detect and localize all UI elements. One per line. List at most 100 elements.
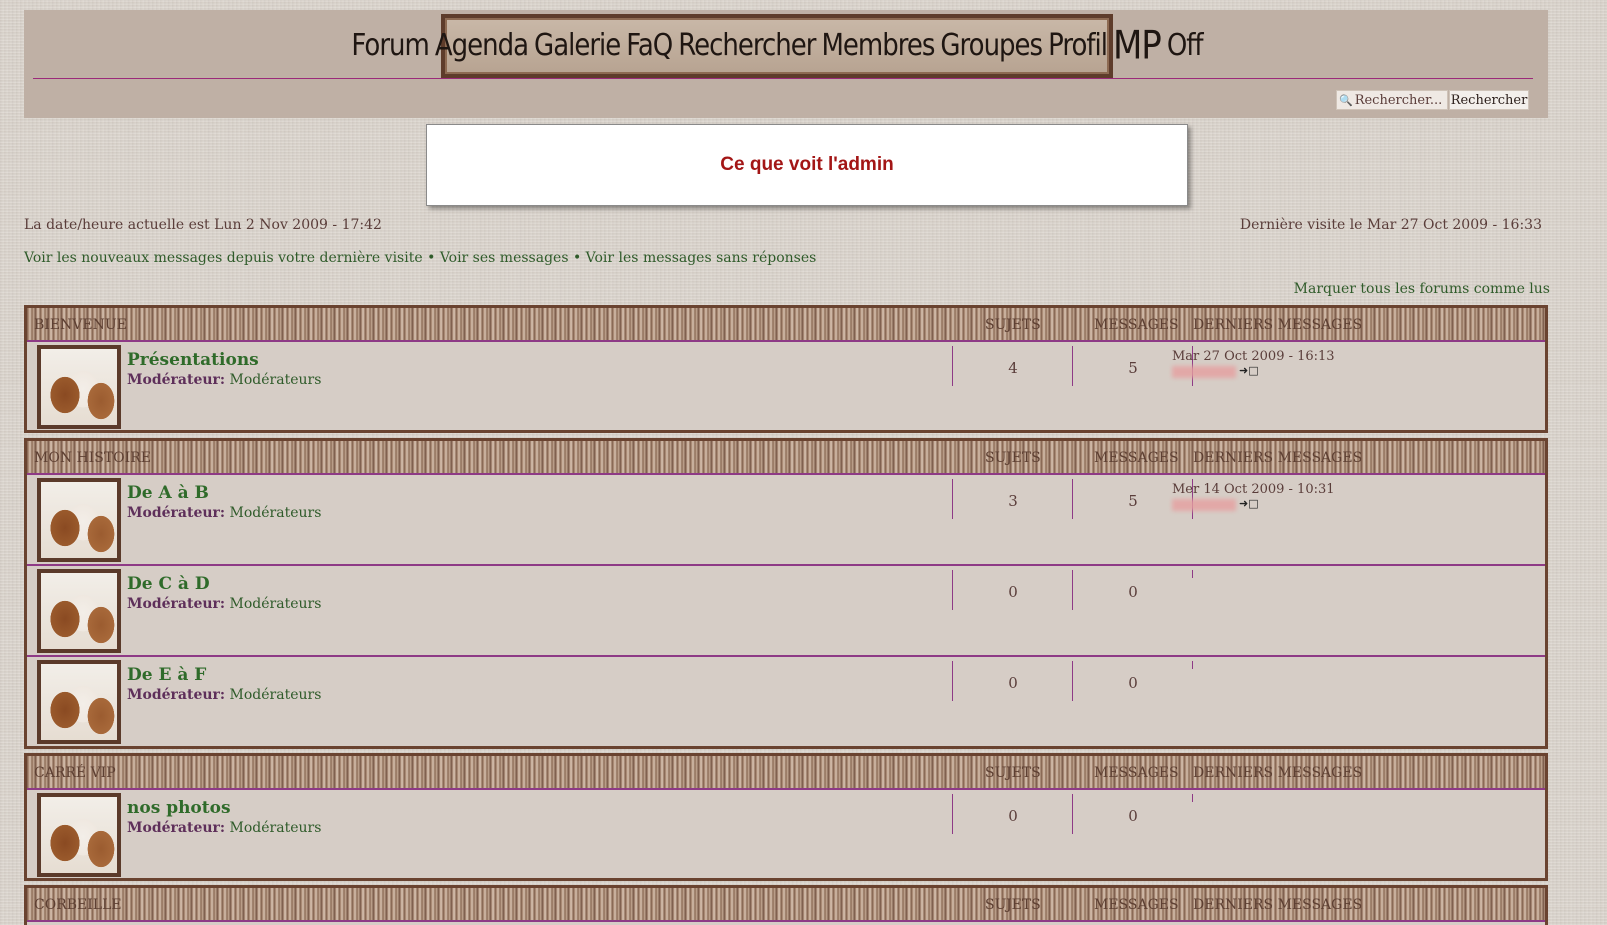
- nav-profil[interactable]: Profil: [1048, 29, 1108, 64]
- search-icon: 🔍: [1339, 93, 1353, 107]
- moderator-label: Modérateur:: [127, 687, 226, 703]
- forum-row: De E à F Modérateur: Modérateurs 0 0: [27, 655, 1545, 746]
- col-last: DERNIERS MESSAGES: [1193, 765, 1363, 781]
- moderator-link[interactable]: Modérateurs: [230, 372, 322, 388]
- admin-overlay-text: Ce que voit l'admin: [720, 154, 894, 175]
- moderator-line: Modérateur: Modérateurs: [127, 505, 321, 521]
- forum-row: nos photos Modérateur: Modérateurs 0 0: [27, 790, 1545, 878]
- dog-avatar-icon: [37, 478, 121, 562]
- moderator-line: Modérateur: Modérateurs: [127, 687, 321, 703]
- own-messages-link[interactable]: Voir ses messages: [440, 250, 569, 266]
- last-post-user-redacted: [1172, 366, 1236, 378]
- search-input[interactable]: 🔍 Rechercher...: [1336, 90, 1448, 110]
- col-posts: MESSAGES: [1094, 897, 1179, 913]
- topics-count: 3: [1008, 492, 1018, 510]
- category-corbeille: CORBEILLE SUJETS MESSAGES DERNIERS MESSA…: [24, 885, 1548, 925]
- separator: •: [572, 250, 582, 266]
- moderator-link[interactable]: Modérateurs: [230, 596, 322, 612]
- nav-banner: Forum Agenda Galerie FaQ Rechercher Memb…: [351, 14, 1204, 78]
- divider: [1072, 661, 1073, 701]
- topics-count: 4: [1008, 359, 1018, 377]
- new-messages-link[interactable]: Voir les nouveaux messages depuis votre …: [24, 250, 423, 266]
- forum-title[interactable]: nos photos: [127, 798, 231, 818]
- category-header: MON HISTOIRE SUJETS MESSAGES DERNIERS ME…: [27, 441, 1545, 475]
- forum-title[interactable]: De C à D: [127, 574, 210, 594]
- posts-count: 0: [1128, 674, 1138, 692]
- col-last: DERNIERS MESSAGES: [1193, 450, 1363, 466]
- moderator-label: Modérateur:: [127, 820, 226, 836]
- divider: [952, 346, 953, 386]
- divider: [1192, 661, 1193, 669]
- divider: [1192, 570, 1193, 578]
- dog-avatar-icon: [37, 569, 121, 653]
- topics-count: 0: [1008, 807, 1018, 825]
- forum-title[interactable]: Présentations: [127, 350, 259, 370]
- moderator-label: Modérateur:: [127, 596, 226, 612]
- posts-count: 0: [1128, 583, 1138, 601]
- forum-row: De A à B Modérateur: Modérateurs 3 5 Mer…: [27, 475, 1545, 564]
- nav-agenda[interactable]: Agenda: [435, 29, 529, 64]
- col-topics: SUJETS: [985, 317, 1041, 333]
- current-time: La date/heure actuelle est Lun 2 Nov 200…: [24, 217, 382, 233]
- nav-mp[interactable]: MP: [1113, 23, 1162, 69]
- moderator-link[interactable]: Modérateurs: [230, 505, 322, 521]
- forum-row: De C à D Modérateur: Modérateurs 0 0: [27, 564, 1545, 655]
- category-carre-vip: CARRÉ VIP SUJETS MESSAGES DERNIERS MESSA…: [24, 753, 1548, 881]
- category-header: CARRÉ VIP SUJETS MESSAGES DERNIERS MESSA…: [27, 756, 1545, 790]
- goto-last-post-icon[interactable]: ➜□: [1239, 364, 1259, 377]
- topics-count: 0: [1008, 674, 1018, 692]
- moderator-label: Modérateur:: [127, 372, 226, 388]
- separator: •: [427, 250, 436, 266]
- divider: [1072, 346, 1073, 386]
- col-last: DERNIERS MESSAGES: [1193, 897, 1363, 913]
- forum-title[interactable]: De A à B: [127, 483, 209, 503]
- moderator-label: Modérateur:: [127, 505, 226, 521]
- col-posts: MESSAGES: [1094, 765, 1179, 781]
- admin-overlay: Ce que voit l'admin: [426, 124, 1188, 206]
- divider: [1072, 479, 1073, 519]
- dog-avatar-icon: [37, 660, 121, 744]
- header-divider: [33, 78, 1533, 79]
- forum-title[interactable]: De E à F: [127, 665, 206, 685]
- category-title[interactable]: CORBEILLE: [34, 897, 122, 913]
- moderator-link[interactable]: Modérateurs: [230, 687, 322, 703]
- nav-forum[interactable]: Forum: [351, 29, 429, 64]
- nav-off[interactable]: Off: [1167, 29, 1204, 64]
- mark-all-read-link[interactable]: Marquer tous les forums comme lus: [1294, 281, 1550, 297]
- search-placeholder: Rechercher...: [1354, 92, 1443, 108]
- divider: [952, 794, 953, 834]
- category-header: CORBEILLE SUJETS MESSAGES DERNIERS MESSA…: [27, 888, 1545, 922]
- nav-galerie[interactable]: Galerie: [534, 29, 621, 64]
- posts-count: 0: [1128, 807, 1138, 825]
- category-header: BIENVENUE SUJETS MESSAGES DERNIERS MESSA…: [27, 308, 1545, 342]
- moderator-line: Modérateur: Modérateurs: [127, 372, 321, 388]
- last-post-date: Mar 27 Oct 2009 - 16:13: [1172, 349, 1335, 364]
- col-posts: MESSAGES: [1094, 450, 1179, 466]
- category-mon-histoire: MON HISTOIRE SUJETS MESSAGES DERNIERS ME…: [24, 438, 1548, 749]
- divider: [952, 661, 953, 701]
- category-title[interactable]: CARRÉ VIP: [34, 765, 116, 781]
- search-button[interactable]: Rechercher: [1449, 90, 1529, 110]
- nav-membres[interactable]: Membres: [821, 29, 935, 64]
- nav-rechercher[interactable]: Rechercher: [678, 29, 816, 64]
- dog-avatar-icon: [37, 793, 121, 877]
- moderator-line: Modérateur: Modérateurs: [127, 820, 321, 836]
- last-post-user-redacted: [1172, 499, 1236, 511]
- mark-read-wrap: Marquer tous les forums comme lus: [1294, 281, 1550, 297]
- divider: [1072, 794, 1073, 834]
- divider: [952, 479, 953, 519]
- quick-links: Voir les nouveaux messages depuis votre …: [24, 250, 816, 266]
- category-title[interactable]: BIENVENUE: [34, 317, 127, 333]
- category-bienvenue: BIENVENUE SUJETS MESSAGES DERNIERS MESSA…: [24, 305, 1548, 433]
- category-title[interactable]: MON HISTOIRE: [34, 450, 151, 466]
- goto-last-post-icon[interactable]: ➜□: [1239, 497, 1259, 510]
- col-last: DERNIERS MESSAGES: [1193, 317, 1363, 333]
- col-topics: SUJETS: [985, 765, 1041, 781]
- unanswered-link[interactable]: Voir les messages sans réponses: [586, 250, 817, 266]
- moderator-link[interactable]: Modérateurs: [230, 820, 322, 836]
- topics-count: 0: [1008, 583, 1018, 601]
- divider: [1072, 570, 1073, 610]
- col-posts: MESSAGES: [1094, 317, 1179, 333]
- nav-faq[interactable]: FaQ: [626, 29, 673, 64]
- nav-groupes[interactable]: Groupes: [940, 29, 1043, 64]
